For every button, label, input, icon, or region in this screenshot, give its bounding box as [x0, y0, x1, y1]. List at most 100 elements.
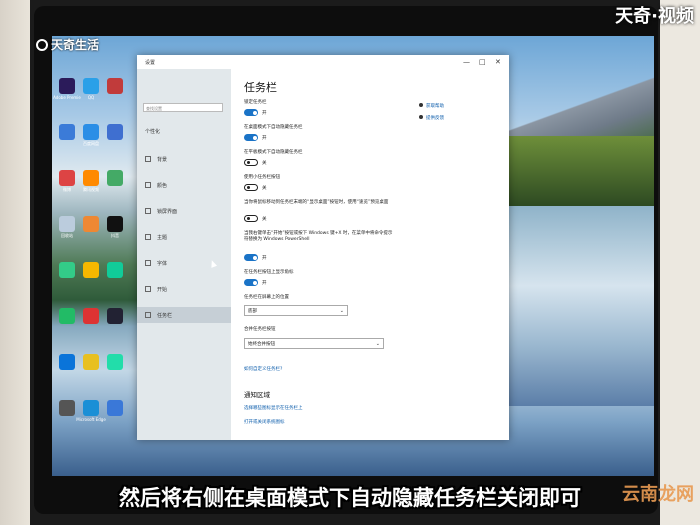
desktop-icon[interactable]	[104, 400, 126, 417]
select-icons-link[interactable]: 选择哪些图标显示在任务栏上	[244, 405, 303, 411]
settings-window: 设置 — □ ✕ 查找设置 个性化 背景 颜色 锁屏界面 主题 字体 开始 任务…	[137, 55, 509, 440]
peek-toggle[interactable]	[244, 215, 258, 222]
app-icon	[107, 354, 123, 370]
app-icon	[59, 170, 75, 186]
toggle-label: 当我右键单击“开始”按钮或按下 Windows 键+X 时，在菜单中将命令提示符…	[244, 231, 393, 242]
badges-toggle[interactable]	[244, 279, 258, 286]
sidebar-section-title: 个性化	[145, 129, 161, 135]
desktop-icon[interactable]	[56, 262, 78, 279]
palette-icon	[145, 182, 151, 188]
minimize-button[interactable]: —	[463, 58, 470, 66]
sidebar-item-label: 开始	[157, 286, 168, 293]
desktop-icon[interactable]: Microsoft Edge	[76, 400, 106, 422]
sidebar-item-themes[interactable]: 主题	[137, 229, 231, 245]
desktop-icon[interactable]	[104, 262, 126, 279]
close-button[interactable]: ✕	[495, 58, 501, 66]
desktop-icon[interactable]	[56, 400, 78, 417]
customize-taskbar-link[interactable]: 如何自定义任务栏?	[244, 366, 282, 372]
app-icon	[83, 124, 99, 140]
sidebar-item-background[interactable]: 背景	[137, 151, 231, 167]
sidebar-item-label: 颜色	[157, 182, 168, 189]
desktop-icon[interactable]	[56, 354, 78, 371]
desktop-icon[interactable]: Adobe Premie	[53, 78, 81, 100]
desktop-icon[interactable]	[80, 354, 102, 371]
app-icon	[107, 400, 123, 416]
desktop-icon[interactable]	[104, 308, 126, 325]
sidebar-item-label: 字体	[157, 260, 168, 267]
sidebar-item-fonts[interactable]: 字体	[137, 255, 231, 271]
toggle-state: 关	[262, 217, 267, 222]
window-title: 设置	[145, 60, 156, 66]
app-icon	[83, 170, 99, 186]
system-icons-link[interactable]: 打开或关闭系统图标	[244, 419, 285, 425]
sidebar-item-lock-screen[interactable]: 锁屏界面	[137, 203, 231, 219]
app-icon	[59, 308, 75, 324]
app-icon	[107, 262, 123, 278]
desktop-icon[interactable]	[104, 354, 126, 371]
app-icon	[59, 216, 75, 232]
toggle-label: 使用小任务栏按钮	[244, 175, 280, 180]
combine-select[interactable]: 始终合并按钮 ⌄	[244, 338, 384, 349]
wallpaper-lake	[494, 206, 654, 406]
start-icon	[145, 286, 151, 292]
video-caption: 然后将右侧在桌面模式下自动隐藏任务栏关闭即可	[119, 486, 581, 510]
desktop-icon[interactable]	[56, 124, 78, 141]
powershell-toggle[interactable]	[244, 254, 258, 261]
feedback-icon	[419, 115, 423, 119]
search-input[interactable]: 查找设置	[143, 103, 223, 112]
sidebar-item-start[interactable]: 开始	[137, 281, 231, 297]
toggle-label: 在任务栏按钮上显示角标	[244, 270, 294, 275]
small-buttons-toggle[interactable]	[244, 184, 258, 191]
desktop-icon[interactable]	[104, 78, 126, 95]
channel-logo-top-left: 天奇生活	[36, 36, 99, 53]
page-title: 任务栏	[244, 81, 277, 94]
toggle-label: 在平板模式下自动隐藏任务栏	[244, 150, 303, 155]
desktop-icon[interactable]	[80, 216, 102, 233]
combine-label: 合并任务栏按钮	[244, 327, 276, 332]
toggle-state: 开	[262, 111, 267, 116]
toggle-state: 关	[262, 161, 267, 166]
picture-icon	[145, 156, 151, 162]
sidebar-item-label: 锁屏界面	[157, 208, 178, 215]
give-feedback-link[interactable]: 提供反馈	[419, 115, 444, 121]
chevron-down-icon: ⌄	[339, 308, 344, 314]
app-icon	[59, 400, 75, 416]
lock-taskbar-toggle[interactable]	[244, 109, 258, 116]
desktop-icon[interactable]	[80, 262, 102, 279]
position-select[interactable]: 底部 ⌄	[244, 305, 348, 316]
desktop-icon-label: 腾讯视频	[83, 187, 99, 192]
desktop-icon[interactable]: 回收站	[56, 216, 78, 239]
app-icon	[107, 170, 123, 186]
sidebar-item-label: 主题	[157, 234, 168, 241]
logo-ring-icon	[36, 38, 48, 51]
sidebar-item-taskbar[interactable]: 任务栏	[137, 307, 231, 323]
app-icon	[59, 124, 75, 140]
auto-hide-tablet-toggle[interactable]	[244, 159, 258, 166]
sidebar-item-colors[interactable]: 颜色	[137, 177, 231, 193]
maximize-button[interactable]: □	[479, 58, 486, 66]
desktop-icon-label: 百度网盘	[83, 141, 99, 146]
desktop-icon[interactable]	[104, 124, 126, 141]
toggle-state: 开	[262, 281, 267, 286]
app-icon	[107, 78, 123, 94]
desktop-icon[interactable]: 百度网盘	[80, 124, 102, 147]
desktop-icon[interactable]	[80, 308, 102, 325]
desktop-icon[interactable]: 微博	[56, 170, 78, 193]
toggle-state: 开	[262, 256, 267, 261]
watermark: 云南龙网	[622, 484, 694, 505]
app-icon	[107, 308, 123, 324]
settings-sidebar: 查找设置 个性化 背景 颜色 锁屏界面 主题 字体 开始 任务栏	[137, 69, 231, 440]
wallpaper-forest	[494, 136, 654, 206]
desktop-icon[interactable]: 腾讯视频	[80, 170, 102, 193]
auto-hide-desktop-toggle[interactable]	[244, 134, 258, 141]
app-icon	[107, 216, 123, 232]
desktop-icon[interactable]	[56, 308, 78, 325]
get-help-link[interactable]: 获取帮助	[419, 103, 444, 109]
window-titlebar: 设置 — □ ✕	[137, 55, 509, 69]
app-icon	[83, 216, 99, 232]
desktop-icon-label: QQ	[87, 95, 95, 100]
desktop-icon[interactable]	[104, 170, 126, 187]
desktop-icon[interactable]: 抖音	[104, 216, 126, 239]
desktop-icon[interactable]: QQ	[80, 78, 102, 100]
desktop-icon-label: 回收站	[61, 233, 73, 238]
